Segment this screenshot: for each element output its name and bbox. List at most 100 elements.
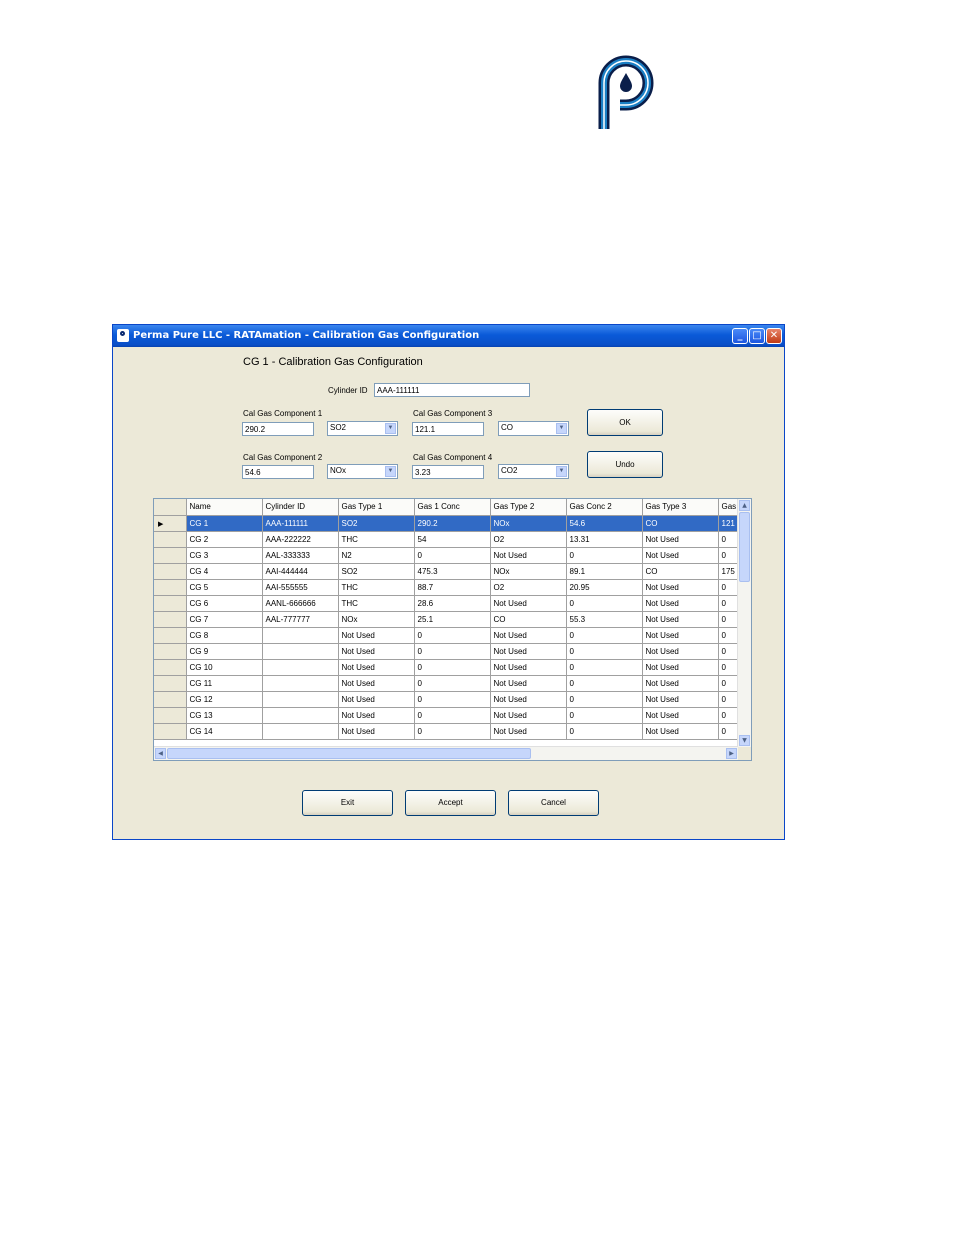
table-cell[interactable]: Not Used bbox=[490, 627, 567, 644]
table-cell[interactable]: 475.3 bbox=[414, 563, 491, 580]
table-cell[interactable]: Not Used bbox=[642, 675, 719, 692]
comp4-type-select[interactable]: CO2 ▼ bbox=[498, 464, 569, 479]
row-header[interactable]: ▶ bbox=[154, 515, 187, 532]
row-header[interactable] bbox=[154, 643, 187, 660]
table-cell[interactable]: 0 bbox=[566, 675, 643, 692]
table-cell[interactable]: CG 10 bbox=[186, 659, 263, 676]
table-cell[interactable]: CG 4 bbox=[186, 563, 263, 580]
column-header[interactable]: Gas Type 2 bbox=[490, 499, 567, 516]
table-cell[interactable]: NOx bbox=[490, 563, 567, 580]
table-cell[interactable]: Not Used bbox=[642, 547, 719, 564]
row-header[interactable] bbox=[154, 707, 187, 724]
table-row[interactable]: CG 3 AAL-333333 N2 0 Not Used 0 Not Used 0 bbox=[154, 547, 749, 564]
row-header[interactable] bbox=[154, 531, 187, 548]
table-cell[interactable]: NOx bbox=[338, 611, 415, 628]
row-header[interactable] bbox=[154, 627, 187, 644]
table-cell[interactable] bbox=[262, 675, 339, 692]
table-cell[interactable]: 28.6 bbox=[414, 595, 491, 612]
row-header[interactable] bbox=[154, 563, 187, 580]
row-header[interactable] bbox=[154, 675, 187, 692]
table-cell[interactable]: 0 bbox=[414, 643, 491, 660]
table-cell[interactable]: CG 3 bbox=[186, 547, 263, 564]
scroll-right-icon[interactable]: ▶ bbox=[726, 748, 737, 759]
comp3-type-select[interactable]: CO ▼ bbox=[498, 421, 569, 436]
row-header[interactable] bbox=[154, 547, 187, 564]
table-cell[interactable] bbox=[262, 659, 339, 676]
table-cell[interactable]: Not Used bbox=[642, 659, 719, 676]
table-cell[interactable]: 0 bbox=[566, 659, 643, 676]
table-cell[interactable]: Not Used bbox=[338, 627, 415, 644]
table-cell[interactable]: N2 bbox=[338, 547, 415, 564]
table-row[interactable]: CG 13 Not Used 0 Not Used 0 Not Used 0 bbox=[154, 707, 749, 724]
row-header[interactable] bbox=[154, 595, 187, 612]
table-cell[interactable]: Not Used bbox=[642, 643, 719, 660]
table-row[interactable]: ▶ CG 1 AAA-111111 SO2 290.2 NOx 54.6 CO 121 bbox=[154, 515, 749, 532]
table-cell[interactable] bbox=[262, 723, 339, 740]
table-cell[interactable]: CG 5 bbox=[186, 579, 263, 596]
table-cell[interactable]: Not Used bbox=[490, 691, 567, 708]
table-row[interactable]: CG 11 Not Used 0 Not Used 0 Not Used 0 bbox=[154, 675, 749, 692]
cylinder-id-input[interactable]: AAA-111111 bbox=[374, 383, 530, 397]
table-cell[interactable]: AAI-555555 bbox=[262, 579, 339, 596]
table-row[interactable]: CG 5 AAI-555555 THC 88.7 O2 20.95 Not Used 0 bbox=[154, 579, 749, 596]
table-cell[interactable]: CG 2 bbox=[186, 531, 263, 548]
table-cell[interactable]: AANL-666666 bbox=[262, 595, 339, 612]
table-cell[interactable]: 20.95 bbox=[566, 579, 643, 596]
table-cell[interactable]: CG 7 bbox=[186, 611, 263, 628]
column-header[interactable]: Gas Conc 2 bbox=[566, 499, 643, 516]
table-cell[interactable]: CG 13 bbox=[186, 707, 263, 724]
table-cell[interactable]: Not Used bbox=[490, 659, 567, 676]
table-cell[interactable]: Not Used bbox=[338, 723, 415, 740]
table-cell[interactable]: Not Used bbox=[338, 643, 415, 660]
table-cell[interactable]: 0 bbox=[566, 691, 643, 708]
column-header[interactable]: Gas Type 3 bbox=[642, 499, 719, 516]
exit-button[interactable]: Exit bbox=[302, 790, 393, 816]
table-cell[interactable] bbox=[262, 707, 339, 724]
row-header[interactable] bbox=[154, 611, 187, 628]
table-cell[interactable]: 0 bbox=[566, 707, 643, 724]
minimize-button[interactable]: _ bbox=[732, 328, 748, 344]
calibration-gas-grid[interactable]: Name Cylinder ID Gas Type 1 Gas 1 Conc Gas T… bbox=[153, 498, 752, 761]
table-cell[interactable]: 0 bbox=[414, 691, 491, 708]
table-cell[interactable]: SO2 bbox=[338, 563, 415, 580]
table-cell[interactable]: 0 bbox=[414, 723, 491, 740]
table-cell[interactable]: Not Used bbox=[338, 675, 415, 692]
table-cell[interactable]: THC bbox=[338, 531, 415, 548]
table-cell[interactable]: Not Used bbox=[642, 595, 719, 612]
table-cell[interactable]: 88.7 bbox=[414, 579, 491, 596]
table-cell[interactable]: Not Used bbox=[338, 707, 415, 724]
table-cell[interactable]: Not Used bbox=[642, 707, 719, 724]
table-cell[interactable]: Not Used bbox=[490, 643, 567, 660]
scroll-left-icon[interactable]: ◀ bbox=[155, 748, 166, 759]
table-cell[interactable]: CO bbox=[642, 515, 719, 532]
table-cell[interactable]: Not Used bbox=[642, 723, 719, 740]
table-row[interactable]: CG 14 Not Used 0 Not Used 0 Not Used 0 bbox=[154, 723, 749, 740]
table-cell[interactable]: Not Used bbox=[642, 531, 719, 548]
table-cell[interactable]: 0 bbox=[566, 595, 643, 612]
column-header[interactable]: Cylinder ID bbox=[262, 499, 339, 516]
column-header[interactable]: Gas Type 1 bbox=[338, 499, 415, 516]
table-cell[interactable]: CG 9 bbox=[186, 643, 263, 660]
table-cell[interactable]: Not Used bbox=[642, 579, 719, 596]
vertical-scroll-thumb[interactable] bbox=[739, 512, 750, 582]
table-cell[interactable]: CG 12 bbox=[186, 691, 263, 708]
table-cell[interactable]: 0 bbox=[566, 723, 643, 740]
table-cell[interactable]: Not Used bbox=[338, 659, 415, 676]
title-bar[interactable]: Perma Pure LLC - RATAmation - Calibratio… bbox=[113, 325, 784, 347]
table-cell[interactable]: Not Used bbox=[490, 675, 567, 692]
table-cell[interactable]: 0 bbox=[414, 627, 491, 644]
table-cell[interactable]: AAL-333333 bbox=[262, 547, 339, 564]
table-row[interactable]: CG 10 Not Used 0 Not Used 0 Not Used 0 bbox=[154, 659, 749, 676]
table-cell[interactable]: SO2 bbox=[338, 515, 415, 532]
table-cell[interactable]: Not Used bbox=[490, 595, 567, 612]
row-header[interactable] bbox=[154, 723, 187, 740]
comp1-input[interactable]: 290.2 bbox=[242, 422, 314, 436]
table-cell[interactable]: AAL-777777 bbox=[262, 611, 339, 628]
row-header[interactable] bbox=[154, 691, 187, 708]
table-cell[interactable]: 0 bbox=[566, 627, 643, 644]
table-cell[interactable]: THC bbox=[338, 579, 415, 596]
table-row[interactable]: CG 7 AAL-777777 NOx 25.1 CO 55.3 Not Used 0 bbox=[154, 611, 749, 628]
table-cell[interactable]: O2 bbox=[490, 531, 567, 548]
table-cell[interactable]: THC bbox=[338, 595, 415, 612]
table-row[interactable]: CG 12 Not Used 0 Not Used 0 Not Used 0 bbox=[154, 691, 749, 708]
